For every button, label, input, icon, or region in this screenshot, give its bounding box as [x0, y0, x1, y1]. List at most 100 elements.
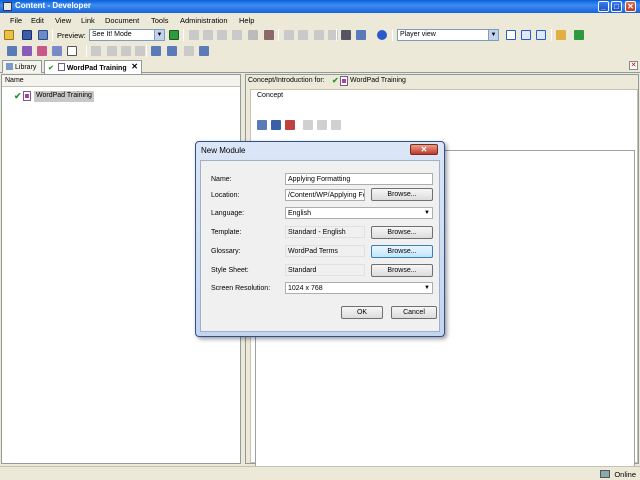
goto-icon[interactable]	[199, 46, 209, 56]
find-icon[interactable]	[248, 30, 258, 40]
menu-administration[interactable]: Administration	[180, 16, 228, 25]
new-module-dialog: New Module ✕ Name: Applying Formatting L…	[195, 141, 445, 337]
unlink-icon[interactable]	[184, 46, 194, 56]
concept-label: Concept	[257, 92, 284, 99]
record-icon[interactable]	[52, 46, 62, 56]
location-field[interactable]: /Content/WP/Applying Fo	[285, 189, 365, 201]
menu-link[interactable]: Link	[81, 16, 95, 25]
toolbar-separator	[392, 29, 393, 41]
tree-item-label: WordPad Training	[34, 91, 94, 102]
minimize-button[interactable]: _	[598, 1, 609, 12]
toolbar-separator	[146, 45, 147, 57]
stylesheet-field: Standard	[285, 264, 365, 276]
menu-view[interactable]: View	[55, 16, 71, 25]
name-label: Name:	[211, 176, 232, 183]
name-field[interactable]: Applying Formatting	[285, 173, 433, 185]
preview-label: Preview:	[57, 31, 86, 40]
menu-file[interactable]: File	[10, 16, 22, 25]
template-field: Standard - English	[285, 226, 365, 238]
cancel-button[interactable]: Cancel	[391, 306, 437, 319]
window-icon[interactable]	[556, 30, 566, 40]
close-tab-icon[interactable]: ✕	[131, 62, 138, 71]
main-toolbar: Preview: See It! Mode ▼ Player view ▼	[0, 27, 640, 43]
link-icon[interactable]	[257, 120, 267, 130]
save-icon[interactable]	[22, 30, 32, 40]
layout-single-icon[interactable]	[506, 30, 516, 40]
tab-library[interactable]: Library	[2, 60, 42, 73]
properties-icon[interactable]	[264, 30, 274, 40]
toolbar-separator	[183, 29, 184, 41]
language-select[interactable]: English ▼	[285, 207, 433, 219]
open-folder-icon[interactable]	[4, 30, 14, 40]
menu-help[interactable]: Help	[239, 16, 254, 25]
concept-for-label: Concept/Introduction for:	[248, 77, 325, 84]
redo-icon[interactable]	[298, 30, 308, 40]
tab-wordpad-training[interactable]: ✔ WordPad Training ✕	[44, 60, 142, 74]
delete-icon[interactable]	[232, 30, 242, 40]
dialog-close-button[interactable]: ✕	[410, 144, 438, 155]
help-icon[interactable]	[377, 30, 387, 40]
concept-title: WordPad Training	[350, 77, 406, 84]
menu-edit[interactable]: Edit	[31, 16, 44, 25]
help-menu-icon[interactable]	[67, 46, 77, 56]
publish-icon[interactable]	[38, 30, 48, 40]
link-icon[interactable]	[167, 46, 177, 56]
close-button[interactable]: ✕	[625, 1, 636, 12]
binoculars-icon[interactable]	[341, 30, 351, 40]
outline-icon[interactable]	[151, 46, 161, 56]
resolution-label: Screen Resolution:	[211, 285, 271, 292]
stylesheet-browse-button[interactable]: Browse...	[371, 264, 433, 277]
arrow-left-icon[interactable]	[91, 46, 101, 56]
title-bar: Content - Developer _ □ ✕	[0, 0, 640, 13]
close-pane-icon[interactable]: ✕	[629, 61, 638, 70]
spellcheck-icon[interactable]	[356, 30, 366, 40]
ok-button[interactable]: OK	[341, 306, 383, 319]
name-column-header[interactable]: Name	[2, 75, 240, 87]
view-icon[interactable]	[331, 120, 341, 130]
dialog-body: Name: Applying Formatting Location: /Con…	[200, 160, 440, 332]
cut-icon[interactable]	[189, 30, 199, 40]
location-label: Location:	[211, 192, 240, 199]
preview-mode-select[interactable]: See It! Mode ▼	[89, 29, 165, 41]
toolbar-separator	[336, 29, 337, 41]
view-mode-value: Player view	[400, 31, 436, 38]
paste-icon[interactable]	[217, 30, 227, 40]
window-title: Content - Developer	[15, 1, 92, 10]
new-topic-icon[interactable]	[37, 46, 47, 56]
new-document-icon[interactable]	[7, 46, 17, 56]
location-browse-button[interactable]: Browse...	[371, 188, 433, 201]
library-icon	[6, 63, 13, 70]
refresh-icon[interactable]	[574, 30, 584, 40]
template-browse-button[interactable]: Browse...	[371, 226, 433, 239]
arrow-up-icon[interactable]	[121, 46, 131, 56]
app-icon	[3, 2, 12, 11]
goto-link-icon[interactable]	[317, 120, 327, 130]
menu-tools[interactable]: Tools	[151, 16, 169, 25]
insert-icon[interactable]	[314, 30, 324, 40]
toolbar-separator	[551, 29, 552, 41]
connection-icon	[600, 470, 610, 478]
layout-columns-icon[interactable]	[536, 30, 546, 40]
toolbar-separator	[86, 45, 87, 57]
edit-icon[interactable]	[303, 120, 313, 130]
template-label: Template:	[211, 229, 242, 236]
new-section-icon[interactable]	[22, 46, 32, 56]
delete-link-icon[interactable]	[285, 120, 295, 130]
glossary-browse-button[interactable]: Browse...	[371, 245, 433, 258]
toolbar-separator	[278, 29, 279, 41]
go-icon[interactable]	[169, 30, 179, 40]
glossary-field: WordPad Terms	[285, 245, 365, 257]
maximize-button[interactable]: □	[611, 1, 622, 12]
resolution-select[interactable]: 1024 x 768 ▼	[285, 282, 433, 294]
attach-icon[interactable]	[271, 120, 281, 130]
undo-icon[interactable]	[284, 30, 294, 40]
arrow-right-icon[interactable]	[107, 46, 117, 56]
status-bar: Online	[0, 466, 640, 480]
doc-icon	[57, 63, 65, 71]
view-mode-select[interactable]: Player view ▼	[397, 29, 499, 41]
copy-icon[interactable]	[203, 30, 213, 40]
arrow-down-icon[interactable]	[135, 46, 145, 56]
menu-document[interactable]: Document	[105, 16, 139, 25]
layout-rows-icon[interactable]	[521, 30, 531, 40]
module-icon	[23, 91, 31, 101]
